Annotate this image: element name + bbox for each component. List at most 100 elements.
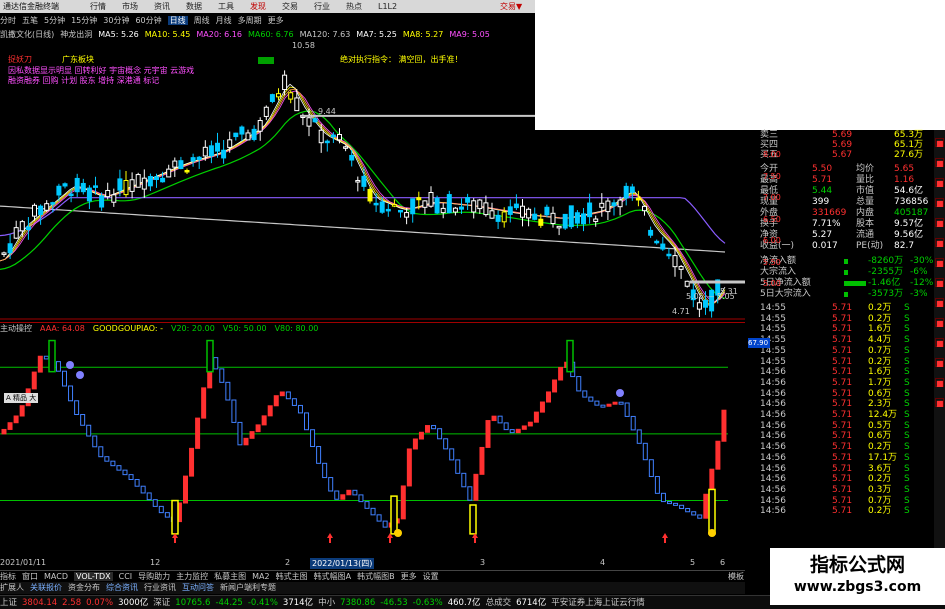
menu-item-6[interactable]: 交易 bbox=[282, 0, 298, 13]
side-tool-icon[interactable]: ■ bbox=[935, 278, 944, 288]
side-tool-icon[interactable]: ■ bbox=[935, 378, 944, 388]
trade-menu-button[interactable]: 交易▼ bbox=[500, 0, 535, 13]
indicator-tab[interactable]: VOL-TDX bbox=[73, 572, 113, 581]
status-item[interactable]: 深证 bbox=[153, 598, 170, 608]
timeframe-1[interactable]: 五笔 bbox=[22, 16, 38, 25]
candlestick-chart[interactable]: 捉妖刀 广东板块因私数据显示明显 回转利好 宇宙概念 元宇宙 云游戏融资融券 回购… bbox=[0, 42, 745, 320]
candle-body bbox=[672, 255, 678, 268]
indicator-tab[interactable]: 主力监控 bbox=[176, 572, 208, 581]
side-tool-icon[interactable]: ■ bbox=[935, 158, 944, 168]
side-tool-icon[interactable]: ■ bbox=[935, 258, 944, 268]
candle-body bbox=[696, 302, 702, 310]
indicator-tab[interactable]: MA2 bbox=[252, 572, 269, 581]
legend-button[interactable]: A 精品 大 bbox=[4, 393, 39, 403]
oscillator-bar bbox=[92, 435, 98, 448]
status-item[interactable]: 中小 bbox=[318, 598, 335, 608]
indicator-tab[interactable]: 窗口 bbox=[22, 572, 38, 581]
toolbar-item[interactable]: 行业资讯 bbox=[144, 583, 176, 592]
toolbar-item[interactable]: 新闻户端利专题 bbox=[220, 583, 276, 592]
indicator-tab[interactable]: 导购助力 bbox=[138, 572, 170, 581]
toolbar-item[interactable]: 资金分布 bbox=[68, 583, 100, 592]
side-tool-icon[interactable]: ■ bbox=[935, 338, 944, 348]
toolbar-item[interactable]: 扩展人 bbox=[0, 583, 24, 592]
tick-volume: 12.4万 bbox=[868, 410, 898, 420]
tick-volume: 0.7万 bbox=[868, 345, 892, 356]
timeframe-4[interactable]: 30分钟 bbox=[103, 16, 129, 25]
menu-item-0[interactable]: 行情 bbox=[90, 0, 106, 13]
candle-body bbox=[416, 197, 422, 201]
timeframe-2[interactable]: 5分钟 bbox=[44, 16, 65, 25]
signal-bar bbox=[390, 495, 398, 535]
timeframe-5[interactable]: 60分钟 bbox=[135, 16, 161, 25]
toolbar-item[interactable]: 关联报价 bbox=[30, 583, 62, 592]
quote-value: 5.44 bbox=[812, 186, 833, 196]
indicator-tab[interactable]: 设置 bbox=[423, 572, 439, 581]
timeframe-8[interactable]: 月线 bbox=[216, 16, 232, 25]
candle-body bbox=[477, 199, 483, 210]
oscillator-bar bbox=[134, 479, 140, 487]
timeframe-9[interactable]: 多周期 bbox=[238, 16, 262, 25]
timeframe-10[interactable]: 更多 bbox=[268, 16, 284, 25]
oscillator-bar bbox=[86, 424, 92, 437]
indicator-tab[interactable]: 更多 bbox=[401, 572, 417, 581]
date-axis: 2021/01/11 12 2 2022/01/13(四) 3 4 5 6 bbox=[0, 558, 745, 569]
oscillator-bar bbox=[316, 446, 322, 464]
side-tool-icon[interactable]: ■ bbox=[935, 238, 944, 248]
oscillator-bar bbox=[455, 459, 461, 474]
indicator-tab[interactable]: CCI bbox=[119, 572, 133, 581]
toolbar-item[interactable]: 综合资讯 bbox=[106, 583, 138, 592]
side-tool-icon[interactable]: ■ bbox=[935, 398, 944, 408]
ma-label: MA20: 6.16 bbox=[196, 30, 242, 39]
status-item[interactable]: 上证 bbox=[0, 598, 17, 608]
indicator-tab[interactable]: MACD bbox=[44, 572, 68, 581]
menu-item-4[interactable]: 工具 bbox=[218, 0, 234, 13]
template-tab[interactable]: 模板 bbox=[728, 571, 744, 582]
candle-body bbox=[471, 200, 477, 213]
candle-body bbox=[184, 169, 190, 173]
side-tool-icon[interactable]: ■ bbox=[935, 178, 944, 188]
timeframe-7[interactable]: 周线 bbox=[194, 16, 210, 25]
side-tool-icon[interactable]: ■ bbox=[935, 218, 944, 228]
timeframe-0[interactable]: 分时 bbox=[0, 16, 16, 25]
indicator-tab[interactable]: 韩式幅图A bbox=[314, 572, 351, 581]
menu-item-1[interactable]: 市场 bbox=[122, 0, 138, 13]
tick-volume: 0.5万 bbox=[868, 420, 892, 431]
indicator-tab[interactable]: 韩式主图 bbox=[276, 572, 308, 581]
chart-annotation: 捉妖刀 bbox=[8, 54, 32, 64]
candle-body bbox=[611, 202, 617, 207]
side-tool-icon[interactable]: ■ bbox=[935, 138, 944, 148]
indicator-name[interactable]: 神龙出洞 bbox=[60, 30, 92, 39]
side-tool-icon[interactable]: ■ bbox=[935, 298, 944, 308]
timeframe-6[interactable]: 日线 bbox=[167, 16, 188, 25]
side-tool-icon[interactable]: ■ bbox=[935, 358, 944, 368]
toolbar-item[interactable]: 互动问答 bbox=[182, 583, 214, 592]
menu-item-5[interactable]: 发现 bbox=[250, 0, 266, 13]
indicator-tab[interactable]: 指标 bbox=[0, 572, 16, 581]
tick-time: 14:56 bbox=[760, 442, 786, 453]
oscillator-bar bbox=[195, 417, 201, 449]
oscillator-bar bbox=[346, 489, 352, 496]
oscillator-bar bbox=[128, 474, 134, 480]
menu-item-9[interactable]: L1L2 bbox=[378, 0, 397, 13]
oscillator-bar bbox=[400, 485, 406, 520]
menu-item-3[interactable]: 数据 bbox=[186, 0, 202, 13]
oscillator-bar bbox=[55, 361, 61, 372]
oscillator-bar bbox=[558, 366, 564, 381]
oscillator-bar bbox=[340, 494, 346, 500]
sub-indicator-title[interactable]: 主动操控 bbox=[0, 324, 32, 333]
side-tool-icon[interactable]: ■ bbox=[935, 198, 944, 208]
quote-value: 82.7 bbox=[894, 241, 915, 251]
date-tick: 6 bbox=[720, 558, 726, 567]
oscillator-chart[interactable] bbox=[0, 335, 745, 557]
side-tool-icon[interactable]: ■ bbox=[935, 318, 944, 328]
timeframe-3[interactable]: 15分钟 bbox=[71, 16, 97, 25]
indicator-tab[interactable]: 私募主图 bbox=[214, 572, 246, 581]
menu-item-8[interactable]: 热点 bbox=[346, 0, 362, 13]
menu-item-2[interactable]: 资讯 bbox=[154, 0, 170, 13]
candle-body bbox=[154, 176, 159, 181]
price-axis: 8.00 7.50 7.00 6.50 6.00 5.50 5.00 bbox=[755, 150, 785, 300]
oscillator-bar bbox=[461, 472, 467, 488]
flow-value: -1.46亿 bbox=[868, 278, 901, 288]
indicator-tab[interactable]: 韩式幅图B bbox=[357, 572, 395, 581]
menu-item-7[interactable]: 行业 bbox=[314, 0, 330, 13]
